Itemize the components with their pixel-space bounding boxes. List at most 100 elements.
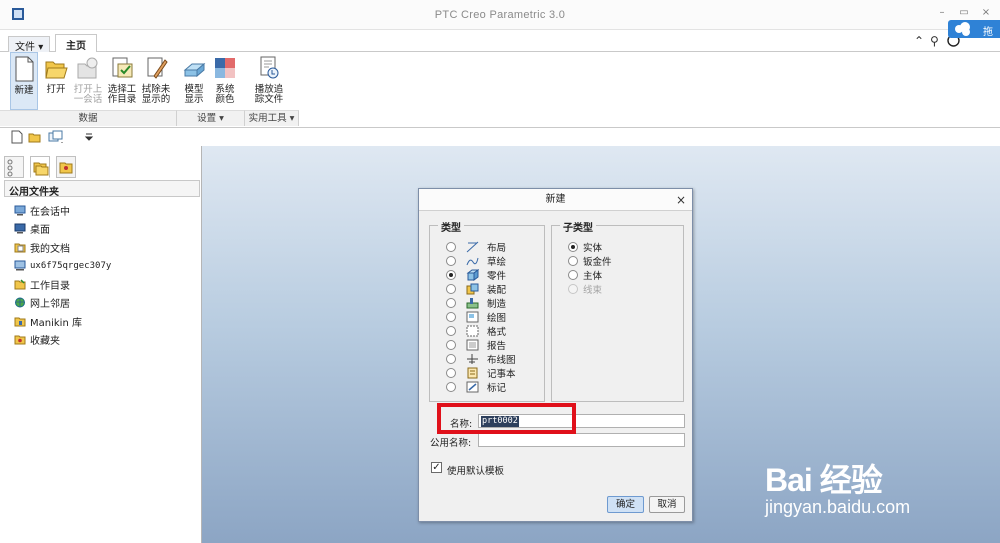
open-folder-icon	[44, 54, 68, 82]
title-bar: PTC Creo Parametric 3.0 – ▭ ×	[0, 0, 1000, 30]
dialog-title: 新建	[545, 194, 566, 205]
erase-not-displayed-button[interactable]: 拭除未 显示的	[140, 52, 172, 110]
group-data-label[interactable]: 数据	[0, 110, 177, 126]
type-label: 零件	[487, 271, 507, 282]
cancel-button[interactable]: 取消	[649, 496, 685, 513]
type-label: 布线图	[487, 355, 516, 366]
model-display-button[interactable]: 模型 显示	[180, 52, 208, 110]
maximize-button[interactable]: ▭	[957, 7, 971, 19]
type-option-report[interactable]: 报告	[446, 338, 506, 352]
type-option-notebook[interactable]: 记事本	[446, 366, 516, 380]
type-legend: 类型	[438, 219, 464, 234]
group-settings-label[interactable]: 设置 ▾	[177, 110, 245, 126]
favorites-tab[interactable]	[56, 156, 76, 178]
nav-item-computer[interactable]: ux6f75qrgec307y	[14, 257, 199, 276]
new-button-label: 新建	[14, 85, 34, 96]
tab-home[interactable]: 主页	[55, 34, 97, 53]
subtype-radio	[568, 284, 578, 294]
system-colors-button[interactable]: 系统 颜色	[211, 52, 239, 110]
subtype-option-sheetmetal[interactable]: 钣金件	[568, 254, 612, 268]
search-icon[interactable]: ⚲	[930, 34, 939, 48]
model-tree-tab[interactable]	[4, 156, 24, 178]
type-radio[interactable]	[446, 326, 456, 336]
open-button-label: 打开	[46, 84, 66, 95]
open-last-session-button[interactable]: 打开上 一会话	[73, 52, 103, 110]
red-highlight-annotation	[437, 403, 576, 434]
group-utilities-label[interactable]: 实用工具 ▾	[245, 110, 299, 126]
close-window-button[interactable]: ×	[979, 7, 993, 19]
folder-browser-tab[interactable]	[30, 156, 50, 178]
type-label: 标记	[487, 383, 507, 394]
minimize-button[interactable]: –	[935, 7, 949, 19]
system-colors-icon	[213, 54, 237, 82]
type-option-format[interactable]: 格式	[446, 324, 506, 338]
type-radio[interactable]	[446, 382, 456, 392]
nav-item-label: 收藏夹	[30, 336, 60, 348]
window-title: PTC Creo Parametric 3.0	[434, 9, 566, 21]
subtype-option-body[interactable]: 主体	[568, 268, 602, 282]
nav-item-in-session[interactable]: 在会话中	[14, 201, 199, 220]
nav-item-working-directory[interactable]: 工作目录	[14, 275, 199, 294]
type-option-part[interactable]: 零件	[446, 268, 506, 282]
new-button[interactable]: 新建	[10, 52, 38, 110]
type-radio[interactable]	[446, 256, 456, 266]
type-radio[interactable]	[446, 242, 456, 252]
nav-item-manikin-library[interactable]: Manikin 库	[14, 312, 199, 331]
type-option-markup[interactable]: 标记	[446, 380, 506, 394]
format-icon	[466, 325, 479, 337]
subtype-label: 实体	[583, 243, 603, 254]
nav-item-label: 我的文档	[30, 243, 70, 255]
type-option-assembly[interactable]: 装配	[446, 282, 506, 296]
type-radio[interactable]	[446, 354, 456, 364]
subtype-radio[interactable]	[568, 242, 578, 252]
common-name-label: 公用名称:	[430, 438, 472, 449]
type-option-manufacturing[interactable]: 制造	[446, 296, 506, 310]
type-option-layout[interactable]: 布局	[446, 240, 506, 254]
type-label: 布局	[487, 243, 507, 254]
report-icon	[466, 339, 479, 351]
common-folders-header: 公用文件夹	[4, 180, 200, 198]
type-option-drawing[interactable]: 绘图	[446, 310, 506, 324]
subtype-option-solid[interactable]: 实体	[568, 240, 602, 254]
nav-item-my-documents[interactable]: 我的文档	[14, 238, 199, 257]
type-label: 装配	[487, 285, 507, 296]
dialog-title-bar: 新建 ×	[419, 189, 692, 211]
open-button[interactable]: 打开	[42, 52, 70, 110]
drawing-icon	[466, 311, 479, 323]
nav-item-favorites[interactable]: 收藏夹	[14, 331, 199, 350]
type-radio[interactable]	[446, 284, 456, 294]
ok-button[interactable]: 确定	[607, 496, 644, 513]
qat-open-icon[interactable]	[28, 130, 42, 143]
qat-windows-icon[interactable]	[48, 130, 63, 143]
nav-item-network[interactable]: 网上邻居	[14, 294, 199, 313]
nav-item-desktop[interactable]: 桌面	[14, 220, 199, 239]
model-display-label-2: 显示	[184, 94, 204, 105]
dialog-close-icon[interactable]: ×	[676, 189, 686, 211]
qat-customize-icon[interactable]	[84, 130, 98, 143]
manikin-library-icon	[14, 316, 26, 327]
play-trail-file-button[interactable]: 播放追 踪文件	[252, 52, 286, 110]
markup-icon	[466, 381, 479, 393]
type-label: 格式	[487, 327, 507, 338]
common-name-input[interactable]	[478, 433, 685, 447]
type-radio[interactable]	[446, 312, 456, 322]
type-label: 记事本	[487, 369, 516, 380]
select-working-directory-button[interactable]: 选择工 作目录	[107, 52, 137, 110]
desktop-icon	[14, 223, 26, 234]
subtype-radio[interactable]	[568, 256, 578, 266]
qat-new-icon[interactable]	[10, 130, 24, 144]
watermark-url-text: jingyan.baidu.com	[765, 497, 911, 517]
tab-file[interactable]: 文件 ▾	[8, 36, 51, 53]
type-radio[interactable]	[446, 298, 456, 308]
use-default-template-checkbox[interactable]: ✓	[431, 462, 442, 473]
nav-item-label: 网上邻居	[30, 299, 70, 311]
subtype-radio[interactable]	[568, 270, 578, 280]
type-radio[interactable]	[446, 368, 456, 378]
type-radio[interactable]	[446, 270, 456, 280]
type-radio[interactable]	[446, 340, 456, 350]
type-option-diagram[interactable]: 布线图	[446, 352, 516, 366]
type-label: 草绘	[487, 257, 507, 268]
collapse-ribbon-icon[interactable]: ⌃	[914, 34, 924, 48]
model-display-icon	[182, 54, 206, 82]
type-option-sketch[interactable]: 草绘	[446, 254, 506, 268]
